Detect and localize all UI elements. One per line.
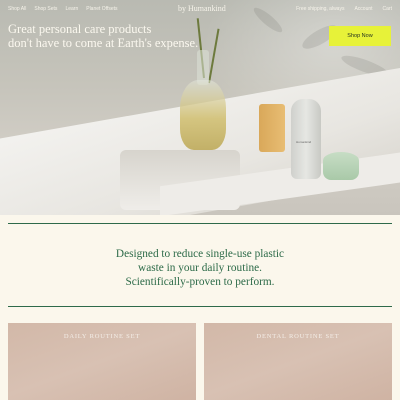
- shop-now-button[interactable]: Shop Now: [329, 26, 391, 46]
- dental-routine-set-card[interactable]: DENTAL ROUTINE SET: [204, 323, 392, 400]
- top-nav: Shop All Shop Sets Learn Planet Offsets …: [0, 0, 400, 18]
- nav-account[interactable]: Account: [354, 6, 372, 12]
- section-divider-top: [8, 223, 392, 224]
- product-jar: [323, 152, 359, 180]
- soap-bar: [259, 104, 285, 152]
- nav-cart[interactable]: Cart: [383, 6, 392, 12]
- tagline-line1: Designed to reduce single-use plastic: [115, 248, 285, 260]
- tagline-line2: waste in your daily routine.: [138, 262, 262, 274]
- daily-routine-set-card[interactable]: DAILY ROUTINE SET: [8, 323, 196, 400]
- tagline: Designed to reduce single-use plastic wa…: [0, 247, 400, 289]
- tagline-line3: Scientifically-proven to perform.: [125, 276, 275, 288]
- nav-learn[interactable]: Learn: [65, 6, 78, 12]
- card-title: DENTAL ROUTINE SET: [256, 333, 340, 340]
- section-divider-bottom: [8, 306, 392, 307]
- hero-title-line1: Great personal care products: [8, 22, 152, 36]
- nav-shop-sets[interactable]: Shop Sets: [34, 6, 57, 12]
- glass-flask: [180, 80, 226, 150]
- hero-title: Great personal care products don't have …: [8, 22, 228, 50]
- nav-right: Free shipping, always Account Cart: [296, 6, 392, 12]
- card-title: DAILY ROUTINE SET: [63, 333, 141, 340]
- shipping-notice: Free shipping, always: [296, 6, 345, 12]
- bottle-label: Humankind: [296, 140, 312, 144]
- brand-logo[interactable]: by Humankind: [178, 4, 226, 13]
- deodorant-bottle: [291, 99, 321, 179]
- nav-left: Shop All Shop Sets Learn Planet Offsets: [8, 6, 118, 12]
- hero-title-line2: don't have to come at Earth's expense.: [8, 36, 199, 50]
- nav-shop-all[interactable]: Shop All: [8, 6, 26, 12]
- nav-planet-offsets[interactable]: Planet Offsets: [86, 6, 117, 12]
